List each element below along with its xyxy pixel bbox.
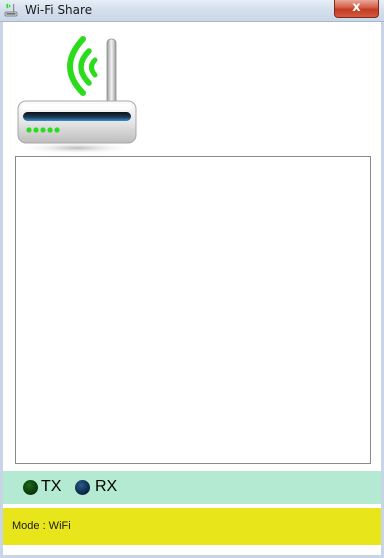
close-icon: x [352, 0, 361, 15]
mode-text: Mode : WiFi [12, 520, 71, 532]
title-bar: Wi-Fi Share x [0, 0, 384, 22]
close-button[interactable]: x [334, 0, 379, 18]
status-strip: TX RX [3, 471, 381, 504]
router-icon [17, 36, 137, 154]
tx-label: TX [41, 478, 62, 495]
mode-bar: Mode : WiFi [3, 508, 381, 545]
rx-indicator-icon [75, 480, 90, 495]
rx-label: RX [95, 478, 118, 495]
tx-indicator-icon [23, 480, 38, 495]
window-body: TX RX Mode : WiFi [0, 22, 384, 558]
window-title: Wi-Fi Share [25, 3, 93, 17]
log-output-area[interactable] [15, 156, 371, 464]
wifi-router-icon [4, 3, 18, 17]
